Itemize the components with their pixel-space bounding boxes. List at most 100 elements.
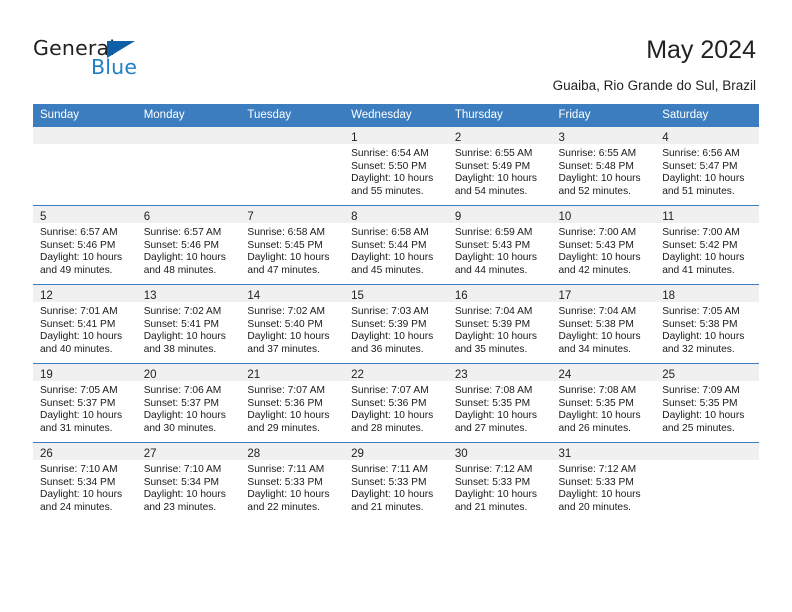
page-subtitle: Guaiba, Rio Grande do Sul, Brazil — [552, 78, 756, 93]
sunset-text: Sunset: 5:39 PM — [454, 318, 531, 330]
calendar-day-cell[interactable]: 17 Sunrise: 7:04 AM Sunset: 5:38 PM Dayligh… — [551, 284, 656, 364]
calendar-day-cell[interactable]: 23 Sunrise: 7:08 AM Sunset: 5:35 PM Dayligh… — [447, 363, 552, 443]
day-number-band: 6 — [136, 206, 241, 223]
calendar-day-cell[interactable]: 14 Sunrise: 7:02 AM Sunset: 5:40 PM Dayligh… — [240, 284, 345, 364]
day-number-band: 25 — [655, 364, 759, 381]
daylight-text: Daylight: 10 hours — [247, 252, 330, 264]
daylight-text-cont: and 31 minutes. — [40, 422, 113, 434]
day-number: 9 — [454, 211, 462, 223]
daylight-text: Daylight: 10 hours — [351, 252, 434, 264]
calendar-day-cell[interactable]: 13 Sunrise: 7:02 AM Sunset: 5:41 PM Dayligh… — [136, 284, 241, 364]
page-header: General Blue May 2024 Guaiba, Rio Grande… — [0, 0, 792, 96]
day-number-band: 1 — [344, 127, 448, 144]
calendar-day-cell[interactable]: 8 Sunrise: 6:58 AM Sunset: 5:44 PM Daylight… — [344, 205, 448, 285]
sunrise-text: Sunrise: 7:08 AM — [558, 385, 637, 396]
calendar-day-cell[interactable]: 26 Sunrise: 7:10 AM Sunset: 5:34 PM Dayligh… — [33, 442, 137, 521]
daylight-text: Daylight: 10 hours — [454, 410, 537, 422]
day-number: 25 — [662, 369, 676, 381]
day-number: 23 — [454, 369, 468, 381]
calendar-week-row: 1 Sunrise: 6:54 AM Sunset: 5:50 PM Daylight… — [33, 126, 759, 206]
calendar-day-cell[interactable]: 29 Sunrise: 7:11 AM Sunset: 5:33 PM Dayligh… — [344, 442, 448, 521]
calendar-day-cell[interactable]: 6 Sunrise: 6:57 AM Sunset: 5:46 PM Daylight… — [136, 205, 241, 285]
daylight-text-cont: and 47 minutes. — [247, 264, 320, 276]
daylight-text: Daylight: 10 hours — [454, 489, 537, 501]
day-number-band: 31 — [551, 443, 656, 460]
sunset-text: Sunset: 5:36 PM — [351, 397, 427, 409]
sunrise-text: Sunrise: 7:11 AM — [247, 464, 325, 475]
sunrise-text: Sunrise: 7:12 AM — [558, 464, 637, 475]
day-details: Sunrise: 7:01 AM Sunset: 5:41 PM Daylight:… — [33, 302, 137, 356]
sunset-text: Sunset: 5:49 PM — [454, 160, 531, 172]
daylight-text: Daylight: 10 hours — [40, 410, 123, 422]
calendar-day-cell[interactable]: 27 Sunrise: 7:10 AM Sunset: 5:34 PM Dayligh… — [136, 442, 241, 521]
daylight-text-cont: and 20 minutes. — [558, 501, 632, 513]
sunset-text: Sunset: 5:43 PM — [454, 239, 531, 251]
day-details — [137, 144, 241, 148]
daylight-text: Daylight: 10 hours — [40, 252, 123, 264]
calendar-day-cell[interactable]: 20 Sunrise: 7:06 AM Sunset: 5:37 PM Dayligh… — [136, 363, 241, 443]
sunset-text: Sunset: 5:35 PM — [662, 397, 738, 409]
day-number-band: 19 — [33, 364, 137, 381]
day-number-band: 28 — [240, 443, 345, 460]
day-number-band: 18 — [655, 285, 759, 302]
day-number: 7 — [247, 211, 254, 223]
sunset-text: Sunset: 5:42 PM — [662, 239, 738, 251]
calendar-day-cell[interactable]: 21 Sunrise: 7:07 AM Sunset: 5:36 PM Dayligh… — [240, 363, 345, 443]
calendar-day-cell[interactable]: 1 Sunrise: 6:54 AM Sunset: 5:50 PM Daylight… — [344, 126, 448, 206]
sunrise-text: Sunrise: 7:06 AM — [143, 385, 222, 396]
daylight-text-cont: and 51 minutes. — [662, 185, 735, 197]
calendar-day-cell[interactable]: 24 Sunrise: 7:08 AM Sunset: 5:35 PM Dayligh… — [551, 363, 656, 443]
calendar-day-cell[interactable]: 16 Sunrise: 7:04 AM Sunset: 5:39 PM Dayligh… — [447, 284, 552, 364]
calendar-day-cell[interactable]: 18 Sunrise: 7:05 AM Sunset: 5:38 PM Dayligh… — [655, 284, 759, 364]
weekday-header-thursday: Thursday — [447, 104, 552, 127]
calendar-day-cell[interactable]: 31 Sunrise: 7:12 AM Sunset: 5:33 PM Dayligh… — [551, 442, 656, 521]
day-number-band: 3 — [551, 127, 656, 144]
calendar-day-cell[interactable]: 22 Sunrise: 7:07 AM Sunset: 5:36 PM Dayligh… — [344, 363, 448, 443]
day-number: 21 — [247, 369, 261, 381]
day-number-band: 8 — [344, 206, 448, 223]
calendar-day-cell[interactable]: 19 Sunrise: 7:05 AM Sunset: 5:37 PM Dayligh… — [33, 363, 137, 443]
daylight-text: Daylight: 10 hours — [454, 252, 537, 264]
calendar-day-cell[interactable]: 11 Sunrise: 7:00 AM Sunset: 5:42 PM Dayligh… — [655, 205, 759, 285]
day-details: Sunrise: 7:05 AM Sunset: 5:38 PM Daylight:… — [655, 302, 759, 356]
daylight-text: Daylight: 10 hours — [247, 410, 330, 422]
sunset-text: Sunset: 5:40 PM — [247, 318, 323, 330]
daylight-text: Daylight: 10 hours — [351, 410, 434, 422]
sunset-text: Sunset: 5:46 PM — [40, 239, 116, 251]
day-number: 2 — [454, 132, 462, 144]
sunset-text: Sunset: 5:35 PM — [558, 397, 634, 409]
sunrise-text: Sunrise: 7:02 AM — [247, 306, 325, 317]
calendar-day-cell[interactable]: 7 Sunrise: 6:58 AM Sunset: 5:45 PM Daylight… — [240, 205, 345, 285]
daylight-text: Daylight: 10 hours — [247, 331, 330, 343]
weekday-header-tuesday: Tuesday — [240, 104, 345, 127]
sunrise-text: Sunrise: 7:07 AM — [247, 385, 325, 396]
calendar-day-cell[interactable]: 3 Sunrise: 6:55 AM Sunset: 5:48 PM Daylight… — [551, 126, 656, 206]
daylight-text-cont: and 30 minutes. — [143, 422, 217, 434]
calendar-day-cell[interactable]: 30 Sunrise: 7:12 AM Sunset: 5:33 PM Dayligh… — [447, 442, 552, 521]
sunrise-text: Sunrise: 7:05 AM — [662, 306, 740, 317]
daylight-text-cont: and 28 minutes. — [351, 422, 424, 434]
calendar-day-cell[interactable]: 25 Sunrise: 7:09 AM Sunset: 5:35 PM Dayligh… — [655, 363, 759, 443]
day-number-band: 24 — [551, 364, 656, 381]
day-details: Sunrise: 6:54 AM Sunset: 5:50 PM Daylight:… — [344, 144, 448, 198]
sunset-text: Sunset: 5:41 PM — [143, 318, 220, 330]
calendar-day-cell[interactable]: 9 Sunrise: 6:59 AM Sunset: 5:43 PM Daylight… — [447, 205, 552, 285]
day-details: Sunrise: 7:08 AM Sunset: 5:35 PM Daylight:… — [448, 381, 552, 435]
calendar-day-cell[interactable]: 5 Sunrise: 6:57 AM Sunset: 5:46 PM Daylight… — [33, 205, 137, 285]
day-details: Sunrise: 7:10 AM Sunset: 5:34 PM Daylight:… — [137, 460, 241, 514]
calendar-week-row: 26 Sunrise: 7:10 AM Sunset: 5:34 PM Dayligh… — [33, 442, 759, 521]
sunset-text: Sunset: 5:36 PM — [247, 397, 323, 409]
calendar-day-cell[interactable]: 2 Sunrise: 6:55 AM Sunset: 5:49 PM Daylight… — [447, 126, 552, 206]
calendar-day-cell[interactable]: 12 Sunrise: 7:01 AM Sunset: 5:41 PM Dayligh… — [33, 284, 137, 364]
calendar-day-cell[interactable]: 4 Sunrise: 6:56 AM Sunset: 5:47 PM Daylight… — [655, 126, 759, 206]
day-details: Sunrise: 7:02 AM Sunset: 5:40 PM Daylight:… — [240, 302, 344, 356]
daylight-text: Daylight: 10 hours — [143, 489, 226, 501]
calendar-table: Sunday Monday Tuesday Wednesday Thursday Frid… — [33, 104, 759, 521]
day-details: Sunrise: 7:06 AM Sunset: 5:37 PM Daylight:… — [137, 381, 241, 435]
daylight-text-cont: and 23 minutes. — [143, 501, 217, 513]
calendar-day-cell[interactable]: 28 Sunrise: 7:11 AM Sunset: 5:33 PM Dayligh… — [240, 442, 345, 521]
sunset-text: Sunset: 5:35 PM — [454, 397, 531, 409]
calendar-day-cell[interactable]: 10 Sunrise: 7:00 AM Sunset: 5:43 PM Dayligh… — [551, 205, 656, 285]
day-number: 17 — [558, 290, 572, 302]
calendar-day-cell[interactable]: 15 Sunrise: 7:03 AM Sunset: 5:39 PM Dayligh… — [344, 284, 448, 364]
